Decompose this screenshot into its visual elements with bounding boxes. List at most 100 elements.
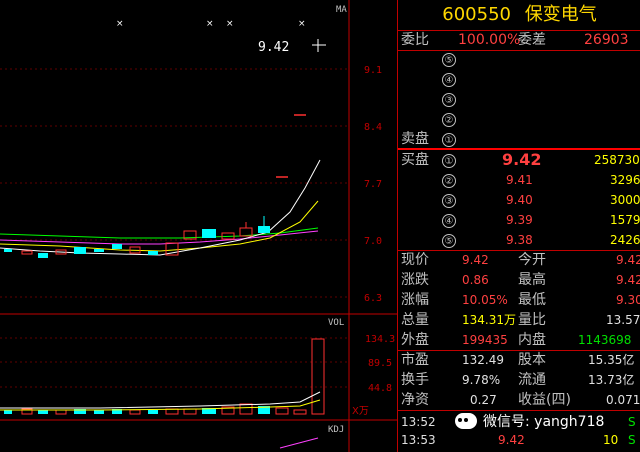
tick-row: 13:53 9.42 10 S xyxy=(398,430,640,450)
kline-chart[interactable]: × × × × MA 9.42 9.1 8.4 7.7 7.0 6.3 VOL … xyxy=(0,0,397,452)
sell-level[interactable]: ③ xyxy=(398,89,640,109)
stat-label: 流通 xyxy=(518,372,546,388)
level-badge: ② xyxy=(442,174,456,188)
candles xyxy=(4,216,270,258)
weicha-label: 委差 xyxy=(518,32,546,48)
stat-value: 13.57 xyxy=(606,313,640,327)
level-badge: ① xyxy=(442,154,456,168)
tick-time: 13:53 xyxy=(401,433,436,447)
stat-value: 9.78% xyxy=(462,373,501,387)
level-badge: ④ xyxy=(442,214,456,228)
marker: × xyxy=(206,19,214,29)
stat-label: 总量 xyxy=(401,312,429,328)
stat-row: 外盘 199435 内盘 1143698 xyxy=(398,330,640,350)
crosshair-icon xyxy=(312,39,326,52)
tick-volume: 10 xyxy=(603,433,619,447)
stat-label: 外盘 xyxy=(401,332,429,348)
divider xyxy=(398,410,640,411)
level-badge: ② xyxy=(442,113,456,127)
stat-label: 净资 xyxy=(401,392,429,408)
buy-level[interactable]: 买盘 ① 9.42 258730 xyxy=(398,150,640,170)
watermark: 微信号: yangh718 xyxy=(455,412,604,432)
stat-row: 总量 134.31万 量比 13.57 xyxy=(398,310,640,330)
volume-tick: 134.3 xyxy=(365,334,395,345)
stat-value: 9.42 xyxy=(616,253,640,267)
buy-volume: 1579 xyxy=(610,213,640,227)
buy-volume: 258730 xyxy=(594,153,640,167)
webi-value: 100.00% xyxy=(458,32,521,48)
sell-level[interactable]: 卖盘 ① xyxy=(398,129,640,149)
buy-volume: 2426 xyxy=(610,233,640,247)
volume-tick: 44.8 xyxy=(368,383,392,394)
stat-row: 市盈 132.49 股本 15.35亿 xyxy=(398,350,640,370)
volume-bars xyxy=(4,338,325,415)
tick-flag: S xyxy=(628,415,636,429)
price-tick: 6.3 xyxy=(364,293,382,304)
watermark-text: 微信号: yangh718 xyxy=(483,414,605,430)
level-badge: ④ xyxy=(442,73,456,87)
price-tick: 7.0 xyxy=(364,236,382,247)
level-badge: ⑤ xyxy=(442,53,456,67)
stat-label: 涨幅 xyxy=(401,292,429,308)
stat-label: 今开 xyxy=(518,252,546,268)
stat-value: 9.42 xyxy=(462,253,489,267)
stat-value: 0.071 xyxy=(606,393,640,407)
stat-value: 10.05% xyxy=(462,293,508,307)
weicha-value: 26903 xyxy=(584,32,629,48)
stat-value: 134.31万 xyxy=(462,313,516,327)
stat-row: 涨跌 0.86 最高 9.42 xyxy=(398,270,640,290)
wechat-icon xyxy=(455,413,477,429)
stat-label: 最高 xyxy=(518,272,546,288)
sell-label: 卖盘 xyxy=(401,131,429,147)
buy-price: 9.41 xyxy=(506,173,533,187)
tick-flag: S xyxy=(628,433,636,447)
stat-label: 现价 xyxy=(401,252,429,268)
stat-value: 0.86 xyxy=(462,273,489,287)
stat-label: 量比 xyxy=(518,312,546,328)
stat-row: 现价 9.42 今开 9.42 xyxy=(398,250,640,270)
tick-price: 9.42 xyxy=(498,433,525,447)
stock-header: 600550 保变电气 xyxy=(398,0,640,30)
level-badge: ⑤ xyxy=(442,234,456,248)
stat-row: 净资 0.27 收益(四) 0.071 xyxy=(398,390,640,410)
buy-level[interactable]: ③ 9.40 3000 xyxy=(398,190,640,210)
marker: × xyxy=(116,19,124,29)
level-badge: ③ xyxy=(442,194,456,208)
stat-value: 132.49 xyxy=(462,353,504,367)
buy-label: 买盘 xyxy=(401,152,429,168)
stat-value: 199435 xyxy=(462,333,508,347)
buy-price: 9.38 xyxy=(506,233,533,247)
kdj-label: KDJ xyxy=(328,425,344,435)
stat-row: 涨幅 10.05% 最低 9.30 xyxy=(398,290,640,310)
buy-level[interactable]: ④ 9.39 1579 xyxy=(398,210,640,230)
stat-value: 9.30 xyxy=(616,293,640,307)
stat-label: 涨跌 xyxy=(401,272,429,288)
stat-row: 换手 9.78% 流通 13.73亿 xyxy=(398,370,640,390)
ma-label: MA xyxy=(336,5,347,15)
stock-code: 600550 xyxy=(442,4,511,25)
sell-level[interactable]: ⑤ xyxy=(398,49,640,69)
price-tick: 7.7 xyxy=(364,179,382,190)
stat-value: 9.42 xyxy=(616,273,640,287)
buy-volume: 3000 xyxy=(610,193,640,207)
volume-unit: X万 xyxy=(352,406,369,417)
stat-label: 换手 xyxy=(401,372,429,388)
current-price-label: 9.42 xyxy=(258,40,289,55)
stat-value: 1143698 xyxy=(578,333,632,347)
volume-ma-white xyxy=(0,391,321,409)
price-tick: 9.1 xyxy=(364,65,382,76)
stat-value: 0.27 xyxy=(470,393,497,407)
sell-level[interactable]: ② xyxy=(398,109,640,129)
stat-label: 内盘 xyxy=(518,332,546,348)
sell-level[interactable]: ④ xyxy=(398,69,640,89)
webi-label: 委比 xyxy=(401,32,429,48)
price-tick: 8.4 xyxy=(364,122,382,133)
marker: × xyxy=(298,19,306,29)
stat-label: 最低 xyxy=(518,292,546,308)
buy-price: 9.39 xyxy=(506,213,533,227)
stat-value: 15.35亿 xyxy=(588,353,635,367)
buy-level[interactable]: ② 9.41 3296 xyxy=(398,170,640,190)
marker: × xyxy=(226,19,234,29)
buy-level[interactable]: ⑤ 9.38 2426 xyxy=(398,230,640,250)
stat-value: 13.73亿 xyxy=(588,373,635,387)
